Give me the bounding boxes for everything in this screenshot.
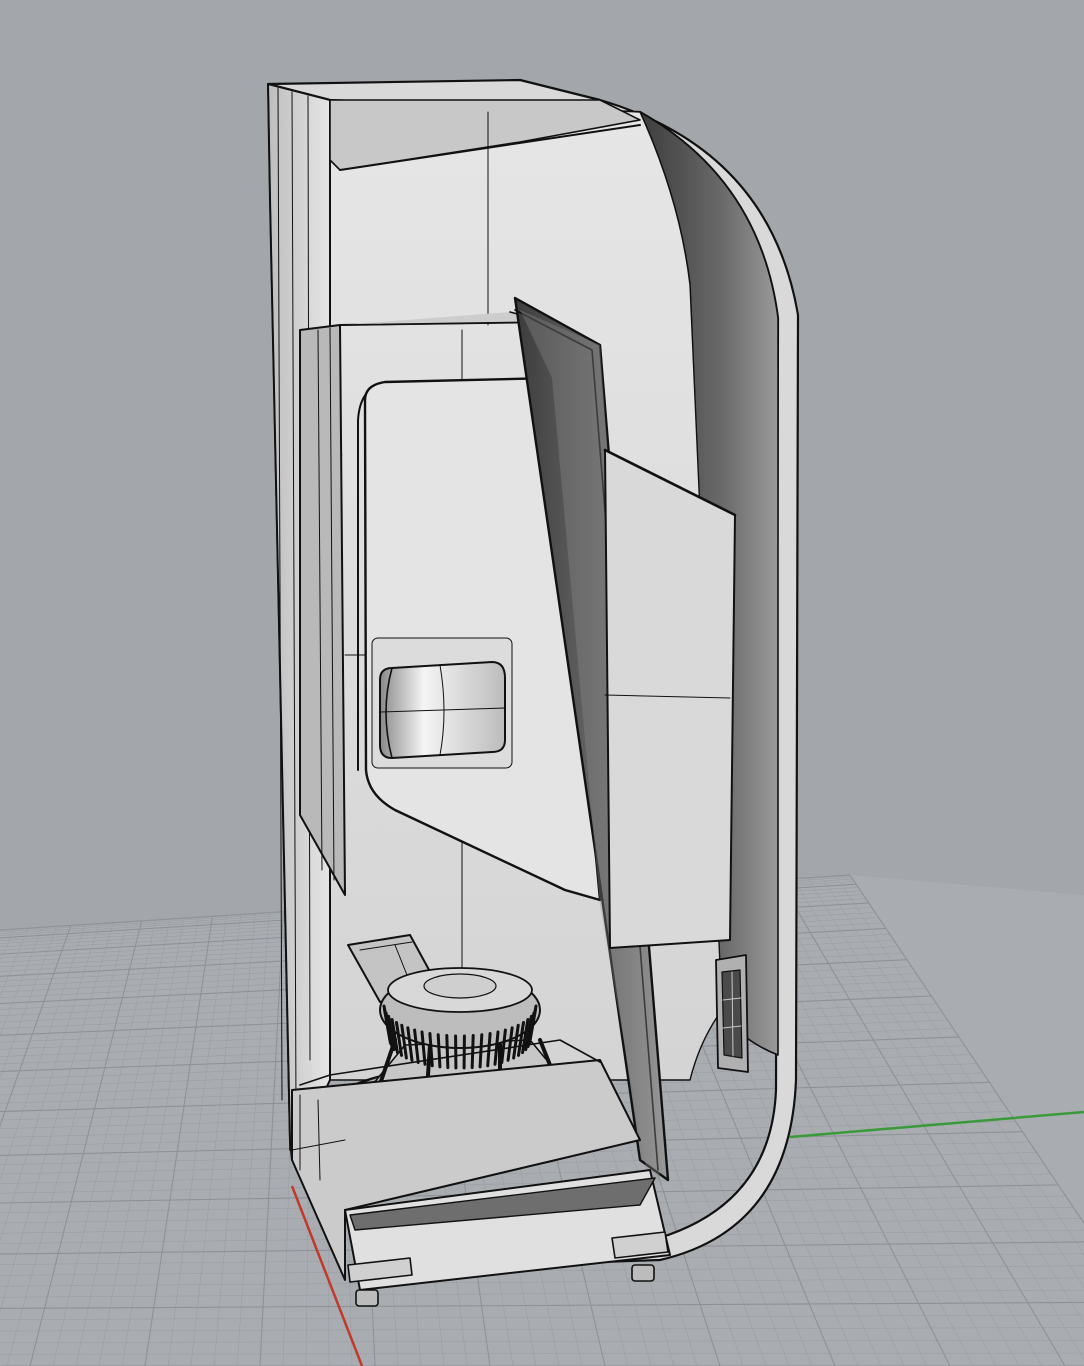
port-tube bbox=[371, 637, 513, 769]
magnet-fin bbox=[470, 1034, 475, 1070]
terminal-plate bbox=[715, 954, 749, 1073]
speaker-cabinet-render bbox=[0, 78, 1084, 1366]
magnet-fin bbox=[436, 1033, 442, 1069]
magnet-fin bbox=[445, 1034, 450, 1070]
front-baffle-board bbox=[299, 324, 346, 896]
rhino-perspective-viewport[interactable] bbox=[0, 0, 1084, 1366]
right-internal-panel bbox=[604, 449, 736, 949]
magnet-fin bbox=[478, 1033, 484, 1069]
